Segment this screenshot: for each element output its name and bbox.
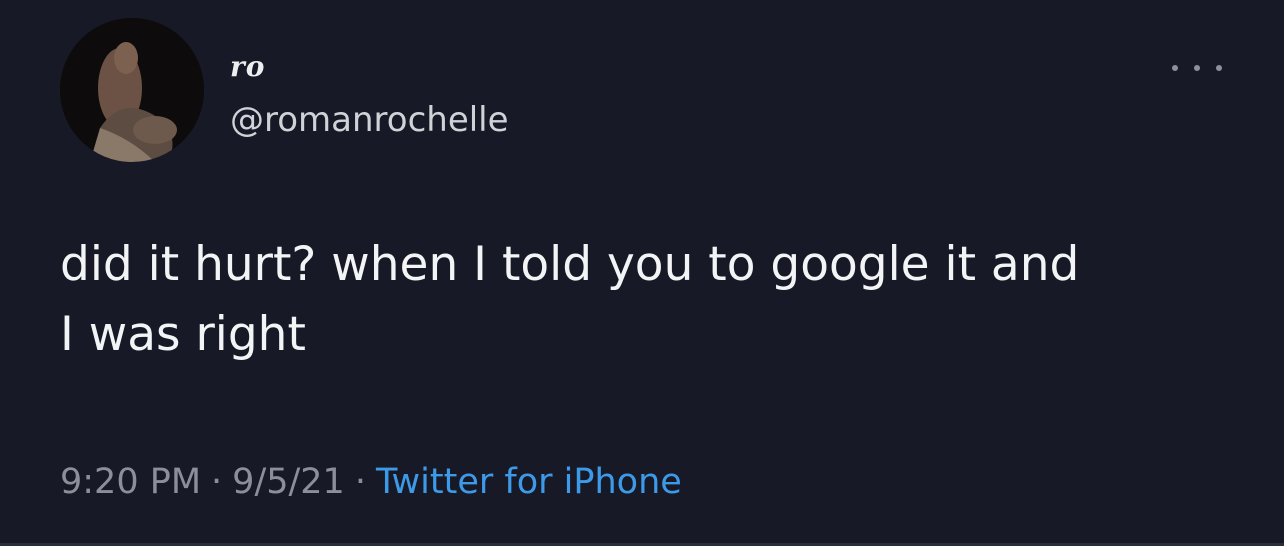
tweet-date[interactable]: 9/5/21 bbox=[232, 462, 345, 502]
meta-separator: · bbox=[354, 462, 366, 502]
more-options-icon[interactable] bbox=[1172, 56, 1222, 80]
tweet-time[interactable]: 9:20 PM bbox=[60, 462, 201, 502]
display-name[interactable]: ro bbox=[230, 50, 265, 83]
avatar[interactable] bbox=[60, 18, 204, 162]
tweet-source-link[interactable]: Twitter for iPhone bbox=[376, 462, 682, 502]
tweet-card: ro @romanrochelle did it hurt? when I to… bbox=[0, 0, 1284, 546]
tweet-text: did it hurt? when I told you to google i… bbox=[60, 230, 1240, 370]
user-handle[interactable]: @romanrochelle bbox=[230, 100, 509, 140]
more-options-dot bbox=[1194, 65, 1200, 71]
tweet-text-line: did it hurt? when I told you to google i… bbox=[60, 237, 1080, 292]
more-options-dot bbox=[1172, 65, 1178, 71]
profile-photo-icon bbox=[60, 18, 204, 162]
more-options-dot bbox=[1216, 65, 1222, 71]
tweet-meta: 9:20 PM · 9/5/21 · Twitter for iPhone bbox=[60, 462, 682, 502]
tweet-text-line: I was right bbox=[60, 307, 306, 362]
meta-separator: · bbox=[211, 462, 223, 502]
